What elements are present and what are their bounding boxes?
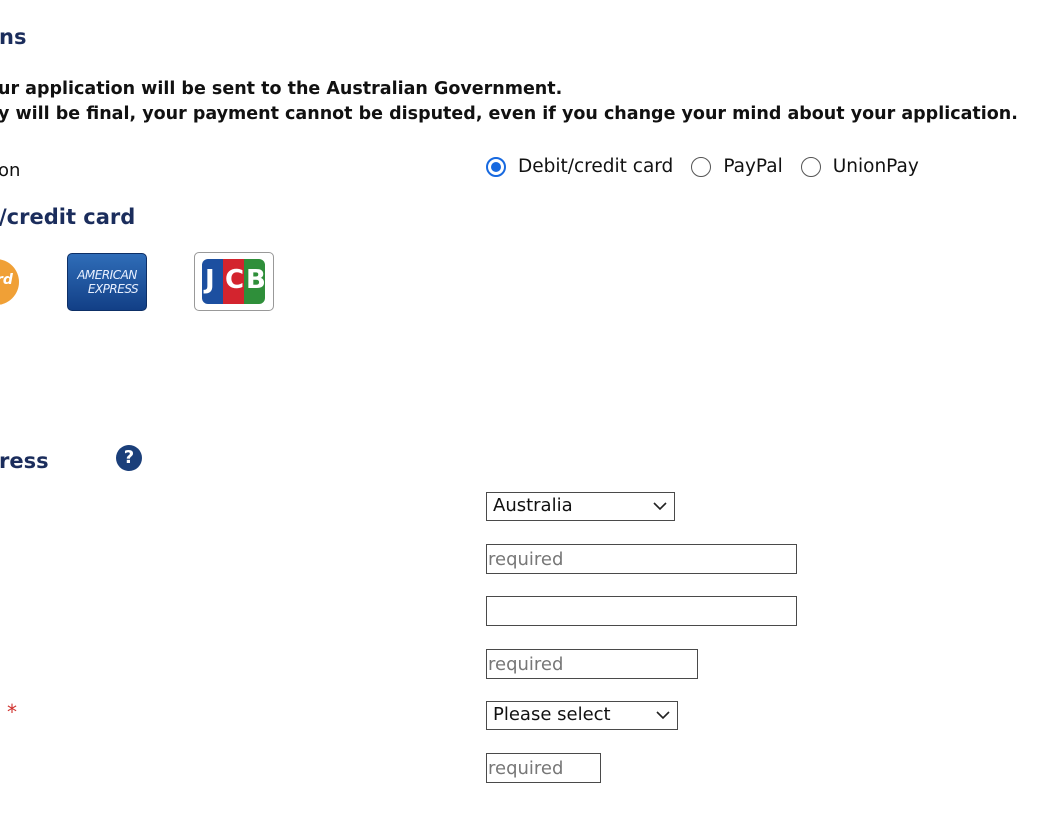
radio-paypal[interactable] xyxy=(691,156,712,177)
chevron-down-icon xyxy=(653,502,667,511)
radio-selected-dot xyxy=(491,161,501,172)
address-line1-input[interactable] xyxy=(486,544,797,574)
notice-line-1: ur application will be sent to the Austr… xyxy=(0,79,563,99)
jcb-letter-b: B xyxy=(246,265,266,295)
radio-label-debit-credit-card[interactable]: Debit/credit card xyxy=(518,156,673,177)
notice-line-2: y will be final, your payment cannot be … xyxy=(0,104,1018,124)
mastercard-logo: rd xyxy=(0,253,20,311)
payment-option-label: on xyxy=(0,160,21,181)
postcode-input[interactable] xyxy=(486,753,601,783)
state-select-value: Please select xyxy=(493,704,611,725)
country-select-value: Australia xyxy=(493,495,573,516)
mastercard-logo-text: rd xyxy=(0,272,13,288)
jcb-letter-c: C xyxy=(225,265,245,295)
radio-debit-credit-card[interactable] xyxy=(486,156,506,177)
address-line2-input[interactable] xyxy=(486,596,797,626)
required-marker: * xyxy=(7,700,17,724)
radio-unionpay[interactable] xyxy=(800,156,821,177)
jcb-letter-j: J xyxy=(205,265,215,295)
american-express-logo: AMERICAN EXPRESS xyxy=(67,253,147,311)
card-section-title: /credit card xyxy=(0,205,136,229)
amex-text-top: AMERICAN xyxy=(77,268,137,282)
address-section-title: ress xyxy=(0,449,49,473)
jcb-logo: J C B xyxy=(194,252,274,311)
radio-label-paypal[interactable]: PayPal xyxy=(723,156,782,177)
section-title: ns xyxy=(0,25,27,49)
country-select[interactable]: Australia xyxy=(486,492,675,521)
chevron-down-icon xyxy=(656,711,670,720)
state-select[interactable]: Please select xyxy=(486,701,678,730)
payment-method-radio-group: Debit/credit card PayPal UnionPay xyxy=(486,156,937,177)
radio-label-unionpay[interactable]: UnionPay xyxy=(833,156,919,177)
suburb-input[interactable] xyxy=(486,649,698,679)
amex-text-bottom: EXPRESS xyxy=(87,282,139,296)
help-icon[interactable]: ? xyxy=(116,445,142,471)
